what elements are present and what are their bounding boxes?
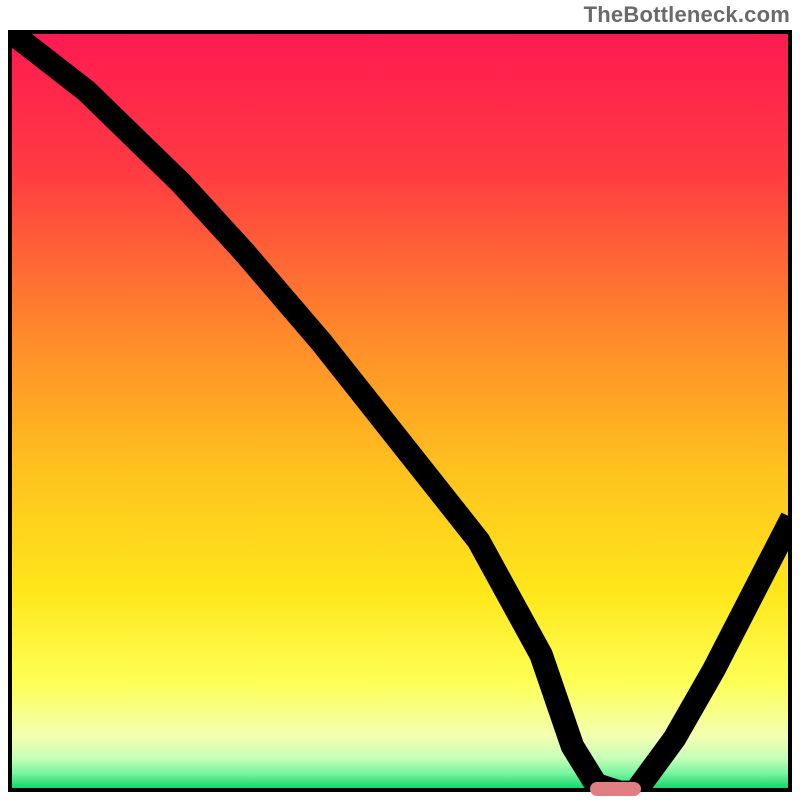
bottleneck-curve bbox=[8, 30, 792, 792]
watermark-text: TheBottleneck.com bbox=[584, 2, 790, 28]
chart-stage: TheBottleneck.com bbox=[0, 0, 800, 800]
optimal-region-marker bbox=[590, 782, 641, 796]
